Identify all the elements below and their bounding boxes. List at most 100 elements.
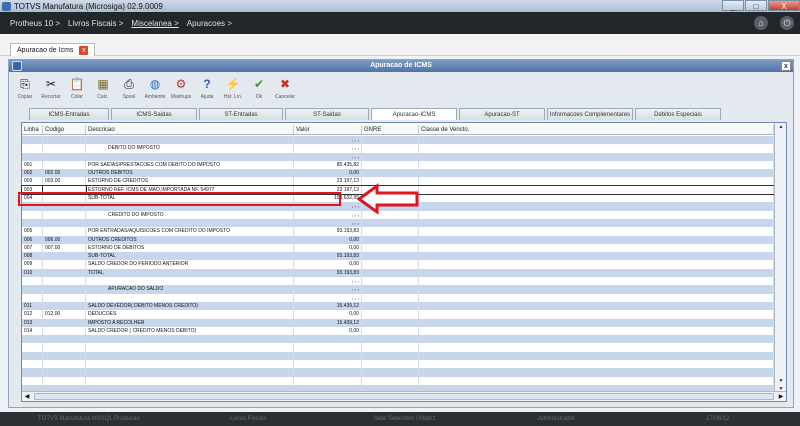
scrollbar-thumb[interactable] bbox=[34, 393, 774, 400]
cell-codigo[interactable] bbox=[43, 293, 86, 302]
cell-classe[interactable] bbox=[419, 268, 774, 278]
cell-descricao[interactable] bbox=[86, 335, 294, 344]
menu-apuracoes[interactable]: Apuracoes > bbox=[187, 19, 232, 28]
table-row[interactable] bbox=[22, 335, 774, 344]
cell-classe[interactable] bbox=[419, 326, 774, 336]
scroll-up-icon[interactable]: ▲ bbox=[775, 123, 787, 131]
mashups-button[interactable]: ⚙ Mashups bbox=[169, 76, 193, 100]
cancel-button[interactable]: ✖ Cancelar bbox=[273, 76, 297, 100]
cell-descricao[interactable]: POR ENTRADAS/AQUISICOES COM CREDITO DO I… bbox=[86, 227, 294, 236]
table-row[interactable] bbox=[22, 368, 774, 377]
table-row[interactable]: 013 IMPOSTO A RECOLHER 15.439,12 bbox=[22, 318, 774, 327]
cell-descricao[interactable] bbox=[86, 360, 294, 369]
col-codigo[interactable]: Codigo bbox=[43, 125, 86, 134]
cell-classe[interactable] bbox=[419, 152, 774, 161]
cell-linha[interactable] bbox=[22, 144, 43, 153]
cell-descricao[interactable]: SALDO CREDOR ( CREDITO MENOS DEBITO) bbox=[86, 326, 294, 336]
cell-gnre[interactable] bbox=[362, 160, 419, 170]
tab-debitos-especiais[interactable]: Débitos Especiais bbox=[635, 108, 721, 120]
cell-classe[interactable] bbox=[419, 185, 774, 195]
col-gnre[interactable]: GNRE bbox=[362, 125, 419, 134]
tab-informacoes-complementares[interactable]: Informacoes Complementares bbox=[547, 108, 633, 120]
ambiente-button[interactable]: ◍ Ambiente bbox=[143, 76, 167, 100]
vertical-scrollbar[interactable]: ▲ ▼ ▼ bbox=[774, 123, 786, 393]
cell-valor[interactable]: , , , bbox=[294, 210, 362, 219]
help-button[interactable]: ? Ajuda bbox=[195, 76, 219, 100]
cell-gnre[interactable] bbox=[362, 277, 419, 286]
cell-classe[interactable] bbox=[419, 177, 774, 186]
table-row[interactable]: 012 012.00 DEDUCOES 0,00 bbox=[22, 310, 774, 319]
table-row[interactable]: 002 002.00 OUTROS DEBITOS 0,00 bbox=[22, 169, 774, 178]
cell-descricao[interactable]: DEDUCOES bbox=[86, 310, 294, 319]
cell-codigo[interactable] bbox=[43, 152, 86, 161]
cell-gnre[interactable] bbox=[362, 318, 419, 327]
cell-linha[interactable]: 001 bbox=[22, 160, 43, 170]
cell-valor[interactable]: , , , bbox=[294, 285, 362, 294]
table-row[interactable] bbox=[22, 343, 774, 352]
table-row[interactable]: , , , bbox=[22, 277, 774, 286]
table-row[interactable]: 006 006.00 OUTROS CREDITOS 0,00 bbox=[22, 235, 774, 244]
cell-linha[interactable] bbox=[22, 335, 43, 344]
cell-codigo[interactable] bbox=[43, 318, 86, 327]
cell-gnre[interactable] bbox=[362, 268, 419, 278]
cell-valor[interactable] bbox=[294, 376, 362, 385]
cut-button[interactable]: ✂ Recortar bbox=[39, 76, 63, 100]
cell-descricao[interactable]: CREDITO DO IMPOSTO bbox=[86, 210, 294, 219]
cell-classe[interactable] bbox=[419, 194, 774, 203]
cell-gnre[interactable] bbox=[362, 144, 419, 153]
cell-classe[interactable] bbox=[419, 285, 774, 294]
scroll-left-icon[interactable]: ◀ bbox=[22, 392, 32, 402]
cell-descricao[interactable] bbox=[86, 376, 294, 385]
cell-codigo[interactable] bbox=[43, 160, 86, 170]
close-tab-icon[interactable]: x bbox=[79, 45, 89, 55]
cell-valor[interactable]: 0,00 bbox=[294, 310, 362, 319]
form-close-icon[interactable]: x bbox=[781, 61, 791, 71]
history-button[interactable]: ⚡ Hst. Lin. bbox=[221, 76, 245, 100]
cell-descricao[interactable]: ESTORNO DE CREDITOS bbox=[86, 177, 294, 186]
cell-descricao[interactable] bbox=[86, 277, 294, 286]
cell-descricao[interactable]: TOTAL bbox=[86, 268, 294, 278]
cell-valor[interactable]: , , , bbox=[294, 136, 362, 145]
horizontal-scrollbar[interactable]: ◀ ▶ bbox=[22, 391, 786, 401]
cell-descricao[interactable] bbox=[86, 136, 294, 145]
cell-classe[interactable] bbox=[419, 368, 774, 377]
cell-classe[interactable] bbox=[419, 260, 774, 269]
menu-livros-fiscais[interactable]: Livros Fiscais > bbox=[68, 19, 123, 28]
cell-codigo[interactable] bbox=[43, 227, 86, 236]
cell-codigo[interactable] bbox=[43, 351, 86, 361]
cell-linha[interactable] bbox=[22, 285, 43, 294]
close-window-button[interactable]: X bbox=[768, 0, 800, 11]
apuracao-grid[interactable]: Linha Codigo Descricao Valor GNRE Classe… bbox=[21, 122, 787, 402]
table-row[interactable]: , , , bbox=[22, 293, 774, 302]
cell-linha[interactable] bbox=[22, 293, 43, 302]
cell-linha[interactable]: 007 bbox=[22, 243, 43, 253]
cell-descricao[interactable]: IMPOSTO A RECOLHER bbox=[86, 318, 294, 327]
cell-valor[interactable] bbox=[294, 343, 362, 352]
cell-codigo[interactable] bbox=[43, 218, 86, 228]
cell-classe[interactable] bbox=[419, 243, 774, 253]
col-valor[interactable]: Valor bbox=[294, 125, 362, 134]
cell-linha[interactable]: 011 bbox=[22, 301, 43, 311]
cell-classe[interactable] bbox=[419, 376, 774, 385]
cell-gnre[interactable] bbox=[362, 243, 419, 253]
cell-codigo[interactable] bbox=[43, 210, 86, 219]
cell-descricao[interactable]: SALDO DEVEDOR( DEBITO MENOS CREDITO) bbox=[86, 301, 294, 311]
cell-descricao[interactable] bbox=[86, 368, 294, 377]
cell-valor[interactable]: 93.193,83 bbox=[294, 227, 362, 236]
cell-valor[interactable]: , , , bbox=[294, 144, 362, 153]
cell-codigo[interactable] bbox=[43, 301, 86, 311]
cell-linha[interactable]: 008 bbox=[22, 252, 43, 261]
cell-linha[interactable] bbox=[22, 351, 43, 361]
cell-valor[interactable]: 0,00 bbox=[294, 169, 362, 178]
table-row[interactable] bbox=[22, 351, 774, 361]
cell-classe[interactable] bbox=[419, 235, 774, 244]
table-row[interactable]: 014 SALDO CREDOR ( CREDITO MENOS DEBITO) 0… bbox=[22, 326, 774, 336]
cell-linha[interactable]: 014 bbox=[22, 326, 43, 336]
cell-classe[interactable] bbox=[419, 293, 774, 302]
cell-descricao[interactable]: ESTORNO DE DEBITOS bbox=[86, 243, 294, 253]
cell-linha[interactable] bbox=[22, 136, 43, 145]
cell-linha[interactable]: 013 bbox=[22, 318, 43, 327]
cell-gnre[interactable] bbox=[362, 360, 419, 369]
cell-descricao[interactable]: DEBITO DO IMPOSTO bbox=[86, 144, 294, 153]
menu-miscelanea[interactable]: Miscelanea > bbox=[131, 19, 178, 28]
